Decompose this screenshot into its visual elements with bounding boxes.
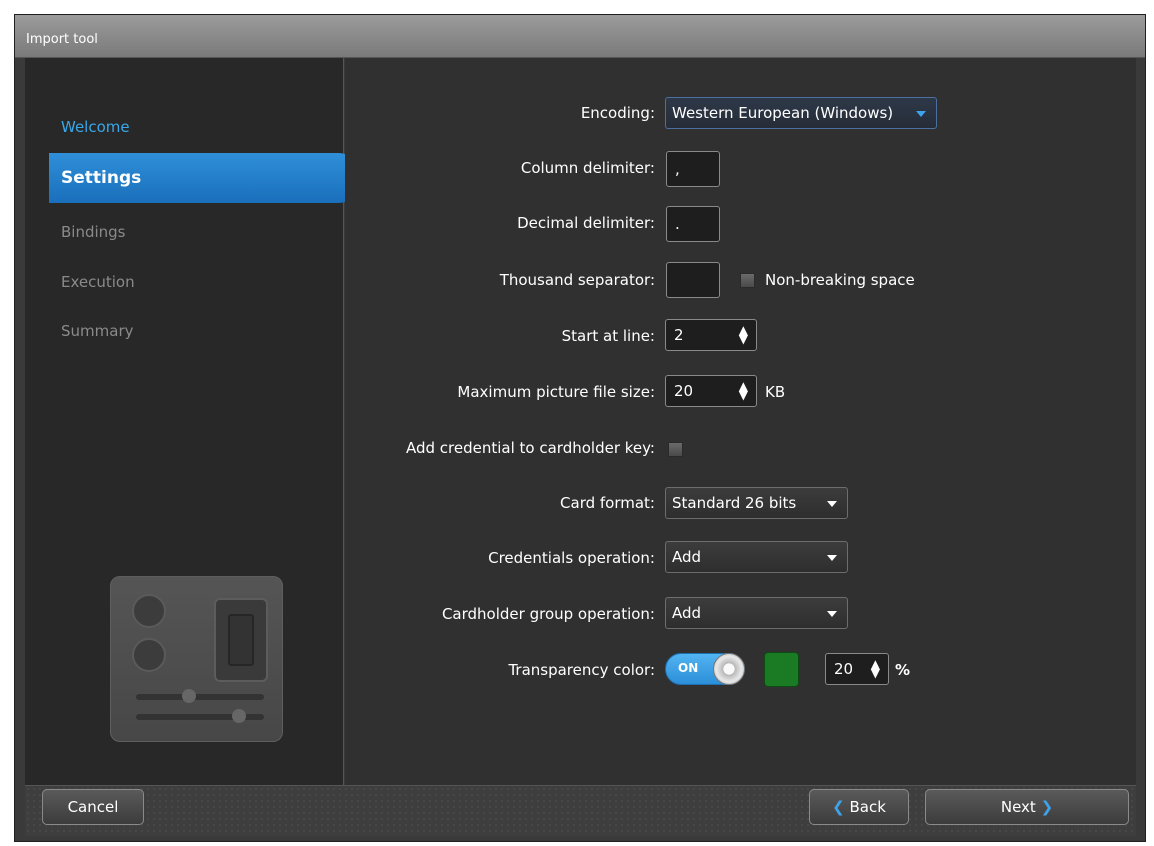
- spinner-arrows-icon[interactable]: ▲ ▼: [739, 324, 748, 345]
- settings-illustration: [110, 576, 283, 742]
- chevron-right-icon: ❯: [1040, 798, 1054, 816]
- non-breaking-space-label: Non-breaking space: [765, 271, 915, 289]
- chevron-down-icon: [827, 611, 837, 617]
- column-delimiter-label: Column delimiter:: [520, 159, 655, 177]
- back-button[interactable]: ❮ Back: [809, 789, 909, 825]
- decimal-delimiter-label: Decimal delimiter:: [517, 214, 655, 232]
- max-picture-size-label: Maximum picture file size:: [457, 383, 655, 401]
- encoding-value: Western European (Windows): [672, 104, 894, 122]
- start-at-line-value: 2: [674, 326, 684, 344]
- thousand-separator-label: Thousand separator:: [499, 271, 655, 289]
- cardholder-group-operation-label: Cardholder group operation:: [441, 605, 655, 623]
- chevron-down-icon: [827, 555, 837, 561]
- transparency-color-label: Transparency color:: [508, 661, 655, 679]
- toggle-knob: [713, 653, 745, 685]
- credentials-operation-dropdown[interactable]: Add: [665, 541, 848, 573]
- encoding-dropdown[interactable]: Western European (Windows): [665, 97, 937, 129]
- credentials-operation-label: Credentials operation:: [488, 549, 655, 567]
- toggle-on-text: ON: [678, 661, 699, 675]
- import-tool-window: Import tool Welcome Settings Bindings Ex…: [14, 14, 1146, 842]
- max-picture-size-value: 20: [674, 382, 694, 400]
- wizard-nav-panel: Welcome Settings Bindings Execution Summ…: [25, 58, 363, 785]
- non-breaking-space-checkbox[interactable]: [740, 273, 755, 288]
- transparency-toggle[interactable]: ON: [665, 653, 745, 685]
- back-label: Back: [849, 798, 886, 816]
- window-title: Import tool: [26, 32, 98, 47]
- next-button[interactable]: Next ❯: [925, 789, 1129, 825]
- chevron-down-icon: [827, 501, 837, 507]
- cancel-label: Cancel: [67, 798, 119, 816]
- transparency-percent-spinner[interactable]: 20 ▲ ▼: [825, 653, 889, 685]
- card-format-value: Standard 26 bits: [672, 494, 797, 512]
- title-bar: Import tool: [15, 15, 1145, 58]
- chevron-left-icon: ❮: [832, 798, 845, 816]
- nav-item-bindings[interactable]: Bindings: [61, 223, 126, 241]
- start-at-line-label: Start at line:: [561, 327, 655, 345]
- decimal-delimiter-input[interactable]: .: [666, 206, 720, 242]
- column-delimiter-input[interactable]: ,: [666, 151, 720, 187]
- nav-item-execution[interactable]: Execution: [61, 273, 135, 291]
- transparency-percent-unit: %: [895, 661, 911, 679]
- chevron-down-icon: [916, 111, 926, 117]
- transparency-percent-value: 20: [834, 660, 854, 678]
- credentials-operation-value: Add: [672, 548, 702, 566]
- transparency-color-swatch[interactable]: [764, 652, 799, 687]
- card-format-dropdown[interactable]: Standard 26 bits: [665, 487, 848, 519]
- add-credential-checkbox[interactable]: [668, 442, 683, 457]
- cardholder-group-operation-dropdown[interactable]: Add: [665, 597, 848, 629]
- nav-item-summary[interactable]: Summary: [61, 322, 134, 340]
- next-label: Next: [1000, 798, 1036, 816]
- spinner-arrows-icon[interactable]: ▲ ▼: [871, 658, 880, 679]
- add-credential-label: Add credential to cardholder key:: [405, 439, 655, 457]
- max-picture-size-spinner[interactable]: 20 ▲ ▼: [665, 375, 757, 407]
- thousand-separator-input[interactable]: [666, 262, 720, 298]
- card-format-label: Card format:: [560, 494, 655, 512]
- max-picture-size-unit: KB: [765, 383, 786, 401]
- start-at-line-spinner[interactable]: 2 ▲ ▼: [665, 319, 757, 351]
- cardholder-group-operation-value: Add: [672, 604, 702, 622]
- spinner-arrows-icon[interactable]: ▲ ▼: [739, 380, 748, 401]
- nav-item-welcome[interactable]: Welcome: [61, 118, 130, 136]
- cancel-button[interactable]: Cancel: [42, 789, 144, 825]
- encoding-label: Encoding:: [580, 104, 655, 122]
